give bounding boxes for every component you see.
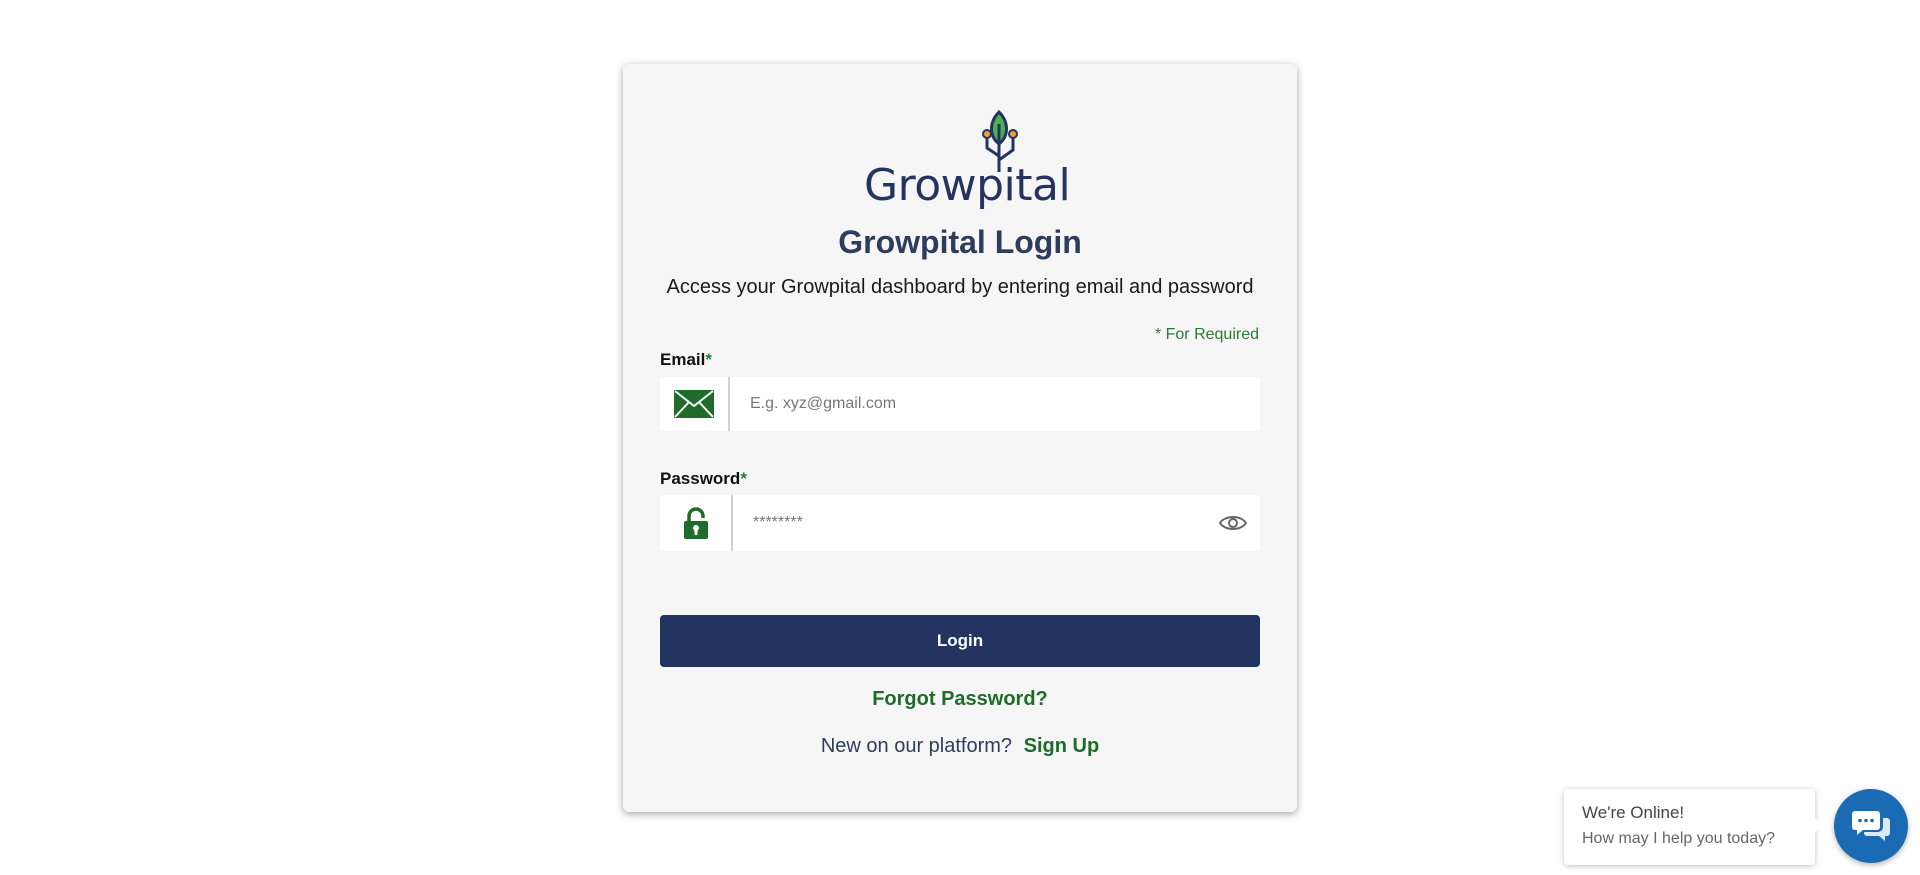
signup-row: New on our platform? Sign Up xyxy=(623,735,1297,758)
toggle-password-visibility[interactable] xyxy=(1206,495,1260,551)
signup-link[interactable]: Sign Up xyxy=(1024,735,1100,757)
login-card: Growpital Growpital Login Access your Gr… xyxy=(623,64,1297,812)
chat-title: We're Online! xyxy=(1582,803,1685,822)
required-mark: * xyxy=(705,350,712,369)
email-label-text: Email xyxy=(660,350,706,369)
forgot-password-link[interactable]: Forgot Password? xyxy=(623,688,1297,711)
chat-icon xyxy=(1852,811,1890,841)
logo-wordmark: Growpital xyxy=(864,160,1071,211)
chat-subtitle: How may I help you today? xyxy=(1582,830,1775,847)
email-field[interactable] xyxy=(730,377,1260,431)
envelope-icon xyxy=(674,390,714,418)
password-label-text: Password xyxy=(660,469,741,488)
signup-prompt: New on our platform? xyxy=(820,735,1013,757)
growpital-logo: Growpital xyxy=(623,110,1297,222)
page-title: Growpital Login xyxy=(838,224,1082,260)
chat-launcher-button[interactable] xyxy=(1834,789,1908,863)
email-label: Email* xyxy=(660,350,712,370)
page-subtitle: Access your Growpital dashboard by enter… xyxy=(666,276,1254,298)
required-mark: * xyxy=(740,469,747,488)
password-field[interactable] xyxy=(733,495,1206,551)
password-label: Password* xyxy=(660,469,747,489)
required-note: * For Required xyxy=(1154,326,1259,343)
password-addon xyxy=(660,495,733,551)
login-button[interactable]: Login xyxy=(660,615,1260,667)
email-input-group xyxy=(660,377,1260,431)
password-input-group xyxy=(660,495,1260,551)
eye-icon xyxy=(1219,516,1247,530)
chat-greeting-bubble[interactable]: We're Online! How may I help you today? xyxy=(1564,789,1823,865)
lock-icon xyxy=(683,507,708,539)
email-addon xyxy=(660,377,730,431)
